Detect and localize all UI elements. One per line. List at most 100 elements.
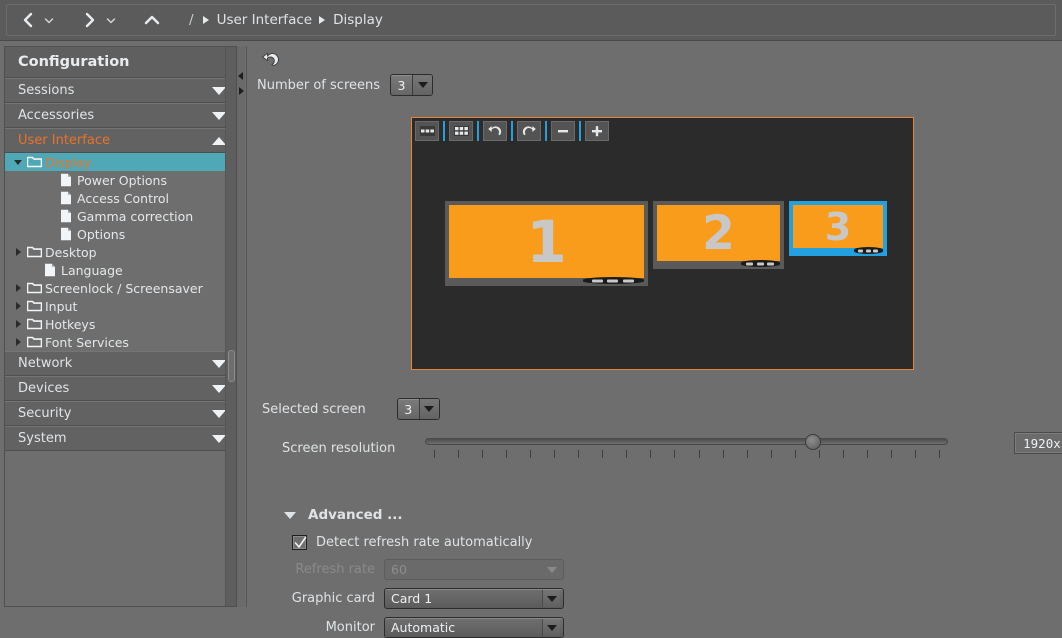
checkmark-icon — [293, 535, 308, 551]
monitor-combobox[interactable]: Automatic — [384, 617, 564, 638]
monitor-2[interactable]: 2 — [653, 201, 784, 269]
slider-tick — [771, 450, 772, 458]
sidebar-scrollbar-thumb[interactable] — [228, 350, 235, 382]
sidebar-group-sessions[interactable]: Sessions — [5, 78, 236, 103]
refresh-rate-value: 60 — [391, 562, 407, 577]
tree-item-options[interactable]: Options — [5, 225, 236, 243]
screen-resolution-slider[interactable] — [425, 434, 948, 462]
slider-tick — [795, 450, 796, 458]
tree-item-desktop[interactable]: Desktop — [5, 243, 236, 261]
app-window: / User Interface Display Configuration S… — [0, 0, 1062, 611]
tree-item-hotkeys[interactable]: Hotkeys — [5, 315, 236, 333]
dropdown-arrow-button[interactable] — [413, 75, 432, 95]
chevron-up-icon — [143, 11, 161, 29]
twisty-collapsed-icon[interactable] — [11, 320, 25, 328]
tree-item-power-options[interactable]: Power Options — [5, 171, 236, 189]
graphic-card-value: Card 1 — [391, 591, 432, 606]
triangle-down-icon — [284, 512, 296, 519]
sidebar-group-label: Sessions — [18, 83, 74, 98]
monitor-stand-segment — [767, 262, 774, 265]
display-settings-panel: Number of screens 3 — [246, 46, 1058, 607]
sidebar-group-network[interactable]: Network — [5, 351, 236, 376]
tree-item-screenlock-screensaver[interactable]: Screenlock / Screensaver — [5, 279, 236, 297]
slider-tick — [530, 450, 531, 458]
monitor-arrangement: 123 — [412, 118, 913, 369]
monitor-stand — [854, 247, 883, 254]
monitor-3[interactable]: 3 — [789, 201, 887, 256]
triangle-right-icon — [319, 16, 325, 24]
slider-handle[interactable] — [805, 434, 821, 450]
detect-refresh-rate-checkbox[interactable] — [292, 535, 307, 550]
back-button[interactable] — [17, 6, 39, 34]
selected-screen-row: Selected screen 3 — [262, 398, 440, 420]
folder-icon — [25, 156, 43, 168]
tree-item-access-control[interactable]: Access Control — [5, 189, 236, 207]
forward-history-dropdown[interactable] — [101, 6, 127, 34]
triangle-down-icon — [212, 360, 226, 368]
twisty-collapsed-icon[interactable] — [11, 302, 25, 310]
monitor-1[interactable]: 1 — [445, 201, 648, 286]
undo-reset-icon[interactable] — [257, 50, 279, 72]
refresh-rate-combobox: 60 — [384, 559, 564, 580]
tree-item-display[interactable]: Display — [5, 153, 236, 171]
sidebar-group-label: Security — [18, 406, 71, 421]
breadcrumb-root[interactable]: / — [189, 12, 194, 28]
sidebar-scrollbar[interactable] — [225, 47, 236, 607]
monitor-stand-segment — [746, 262, 753, 265]
sidebar-bottom-groups: NetworkDevices Security System — [5, 351, 236, 451]
tree-item-input[interactable]: Input — [5, 297, 236, 315]
tree-item-label: Display — [43, 155, 91, 170]
breadcrumb-item-user-interface[interactable]: User Interface — [217, 12, 313, 28]
advanced-section-toggle[interactable]: Advanced ... — [284, 507, 403, 523]
number-of-screens-value: 3 — [391, 75, 412, 95]
forward-button[interactable] — [79, 6, 101, 34]
refresh-rate-row: Refresh rate 60 — [274, 559, 564, 580]
configuration-sidebar: Configuration Sessions Accessories User … — [4, 46, 237, 607]
folder-icon — [25, 246, 43, 258]
twisty-collapsed-icon[interactable] — [11, 284, 25, 292]
screen-layout-preview[interactable]: 123 — [411, 117, 914, 370]
sidebar-group-accessories[interactable]: Accessories — [5, 103, 236, 128]
slider-tick — [458, 450, 459, 458]
slider-tick — [602, 450, 603, 458]
slider-tick — [747, 450, 748, 458]
up-button[interactable] — [141, 6, 163, 34]
navbar-inner: / User Interface Display — [6, 4, 1056, 36]
file-icon — [57, 191, 75, 205]
graphic-card-combobox[interactable]: Card 1 — [384, 588, 564, 609]
sidebar-group-system[interactable]: System — [5, 426, 236, 451]
tree-item-gamma-correction[interactable]: Gamma correction — [5, 207, 236, 225]
dropdown-arrow-button[interactable] — [542, 590, 560, 607]
slider-tick — [723, 450, 724, 458]
sidebar-group-devices[interactable]: Devices — [5, 376, 236, 401]
twisty-collapsed-icon[interactable] — [11, 248, 25, 256]
triangle-down-icon — [212, 385, 226, 393]
triangle-right-icon — [203, 16, 209, 24]
monitor-stand-segment — [858, 249, 863, 252]
detect-refresh-rate-row[interactable]: Detect refresh rate automatically — [292, 535, 532, 550]
tree-item-language[interactable]: Language — [5, 261, 236, 279]
dropdown-arrow-button[interactable] — [542, 619, 560, 636]
slider-groove[interactable] — [425, 438, 948, 445]
monitor-stand-segment — [623, 279, 634, 282]
expand-right-icon[interactable] — [239, 87, 244, 95]
slider-tick — [915, 450, 916, 458]
chevron-down-icon — [104, 13, 118, 27]
slider-tick — [482, 450, 483, 458]
breadcrumb-item-display[interactable]: Display — [333, 12, 383, 28]
tree-item-font-services[interactable]: Font Services — [5, 333, 236, 351]
sidebar-group-user-interface[interactable]: User Interface — [5, 128, 236, 153]
twisty-collapsed-icon[interactable] — [11, 338, 25, 346]
dropdown-arrow-button[interactable] — [420, 399, 439, 419]
screen-resolution-label: Screen resolution — [282, 441, 417, 456]
back-history-dropdown[interactable] — [39, 6, 65, 34]
sidebar-splitter[interactable] — [237, 46, 245, 607]
advanced-label: Advanced ... — [308, 507, 403, 523]
selected-screen-spinner[interactable]: 3 — [397, 398, 440, 420]
number-of-screens-spinner[interactable]: 3 — [390, 74, 433, 96]
collapse-left-icon[interactable] — [238, 72, 243, 80]
folder-icon — [25, 336, 43, 348]
twisty-expanded-icon[interactable] — [11, 160, 25, 165]
file-icon — [41, 263, 59, 277]
sidebar-group-security[interactable]: Security — [5, 401, 236, 426]
